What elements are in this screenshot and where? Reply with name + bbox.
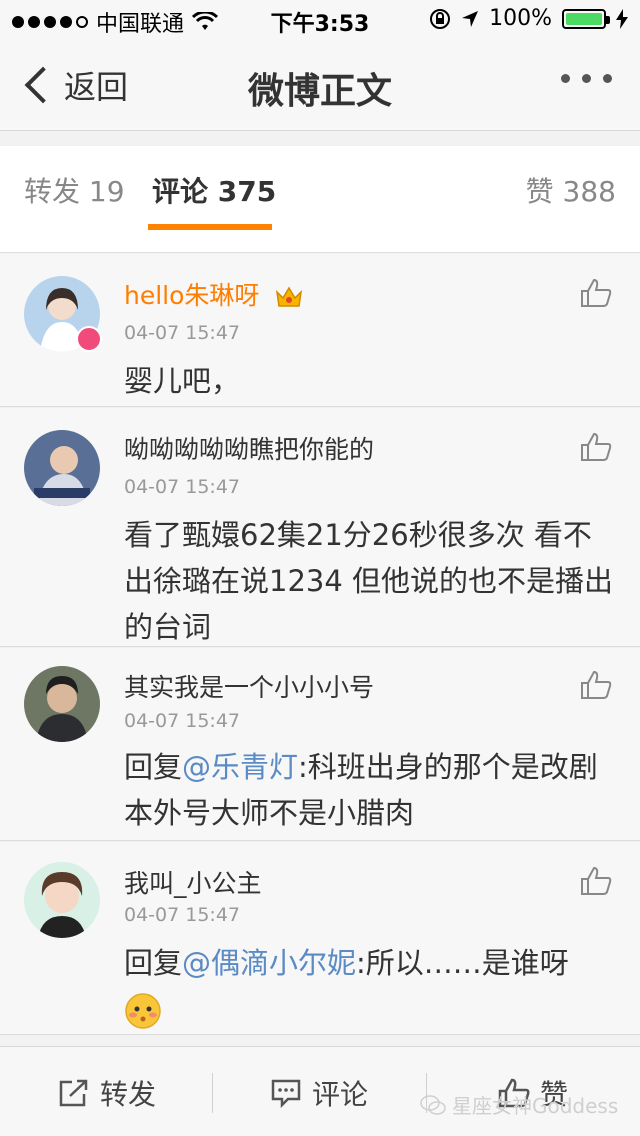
comment-time: 04-07 15:47 xyxy=(124,322,241,344)
comment-button[interactable]: 评论 xyxy=(270,1073,368,1113)
comment-time: 04-07 15:47 xyxy=(124,904,241,926)
commenter-name[interactable]: 我叫_小公主 xyxy=(124,864,262,900)
avatar[interactable] xyxy=(24,862,100,938)
shy-face-emoji-icon xyxy=(125,993,161,1029)
comment-icon xyxy=(271,1079,301,1108)
comment-time: 04-07 15:47 xyxy=(124,476,241,498)
comment-label: 评论 xyxy=(312,1078,369,1111)
status-bar: 中国联通 下午3:53 100% xyxy=(0,0,640,40)
more-options-button[interactable] xyxy=(561,74,612,83)
weibo-comment-screen: 中国联通 下午3:53 100% 返回 微博正文 转发 19 评论 375 赞 … xyxy=(0,0,640,1136)
commenter-name[interactable]: hello朱琳呀 xyxy=(124,276,303,312)
rotation-lock-icon xyxy=(430,8,451,29)
battery-percent: 100% xyxy=(489,6,552,31)
thumbs-up-icon[interactable] xyxy=(580,278,612,308)
comment-time: 04-07 15:47 xyxy=(124,710,241,732)
vip-crown-icon xyxy=(276,286,303,307)
tab-reposts[interactable]: 转发 19 xyxy=(24,170,125,210)
mention-link[interactable]: @偶滴小尔妮 xyxy=(182,946,356,980)
comment-text: 看了甄嬛62集21分26秒很多次 看不出徐璐在说1234 但他说的也不是播出的台… xyxy=(124,518,614,644)
repost-label: 转发 xyxy=(100,1078,157,1111)
location-icon xyxy=(462,10,479,27)
comment-item[interactable]: 呦呦呦呦呦瞧把你能的 04-07 15:47 看了甄嬛62集21分26秒很多次 … xyxy=(0,408,640,647)
mention-link[interactable]: @乐青灯 xyxy=(182,750,298,784)
charging-icon xyxy=(616,8,628,29)
battery-icon xyxy=(562,8,610,29)
wechat-icon xyxy=(420,1094,446,1115)
reply-prefix: 回复 xyxy=(124,750,183,784)
comment-text: 回复@偶滴小尔妮:所以……是谁呀 xyxy=(124,940,614,1032)
reply-prefix: 回复 xyxy=(124,946,183,980)
comment-text: 回复@乐青灯:科班出身的那个是改剧本外号大师不是小腊肉 xyxy=(124,744,614,836)
scrolled-content-edge xyxy=(0,230,640,253)
comment-item[interactable]: 其实我是一个小小小号 04-07 15:47 回复@乐青灯:科班出身的那个是改剧… xyxy=(0,648,640,841)
navigation-bar: 返回 微博正文 xyxy=(0,40,640,130)
battery-fill xyxy=(566,12,602,25)
avatar[interactable] xyxy=(24,430,100,506)
page-title: 微博正文 xyxy=(247,71,392,112)
tab-likes[interactable]: 赞 388 xyxy=(526,170,616,210)
watermark-text: 星座女神Goddess xyxy=(452,1094,619,1118)
comment-text: 婴儿吧， xyxy=(124,364,241,398)
tab-comments[interactable]: 评论 375 xyxy=(152,170,276,210)
reply-body: :所以……是谁呀 xyxy=(356,946,569,980)
commenter-name[interactable]: 呦呦呦呦呦瞧把你能的 xyxy=(124,430,374,466)
repost-icon xyxy=(59,1079,88,1107)
verified-badge-icon xyxy=(76,326,102,352)
comment-item[interactable]: hello朱琳呀 04-07 15:47 婴儿吧， xyxy=(0,254,640,407)
thumbs-up-icon[interactable] xyxy=(580,432,612,462)
commenter-name[interactable]: 其实我是一个小小小号 xyxy=(124,668,374,704)
avatar[interactable] xyxy=(24,666,100,742)
divider xyxy=(212,1073,213,1113)
more-dots-icon xyxy=(561,74,570,83)
status-icons: 100% xyxy=(429,6,628,31)
thumbs-up-icon[interactable] xyxy=(580,866,612,896)
repost-button[interactable]: 转发 xyxy=(58,1073,156,1113)
thumbs-up-icon[interactable] xyxy=(580,670,612,700)
tab-bar: 转发 19 评论 375 赞 388 xyxy=(0,146,640,231)
top-bar: 中国联通 下午3:53 100% 返回 微博正文 xyxy=(0,0,640,131)
comment-item[interactable]: 我叫_小公主 04-07 15:47 回复@偶滴小尔妮:所以……是谁呀 xyxy=(0,842,640,1035)
watermark: 星座女神Goddess xyxy=(420,1090,618,1119)
